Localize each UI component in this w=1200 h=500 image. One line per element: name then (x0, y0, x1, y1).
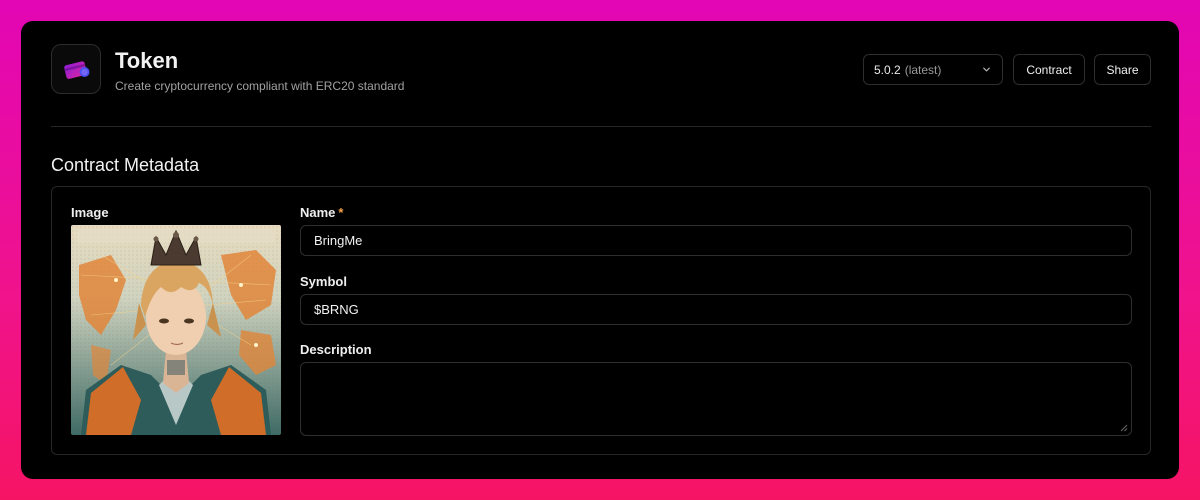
image-label: Image (71, 205, 109, 220)
token-logo (51, 44, 101, 94)
section-title: Contract Metadata (51, 155, 200, 175)
page-subtitle: Create cryptocurrency compliant with ERC… (115, 79, 405, 93)
symbol-input[interactable]: $BRNG (300, 294, 1132, 325)
name-input[interactable]: BringMe (300, 225, 1132, 256)
page-title: Token (115, 48, 179, 73)
anime-portrait-image (71, 225, 281, 435)
header-divider (51, 126, 1151, 127)
token-card-icon (64, 61, 90, 79)
description-label: Description (300, 342, 372, 357)
name-label: Name * (300, 205, 343, 221)
metadata-card: Image Name * BringMe Symbol $BRNG Descri… (51, 186, 1151, 455)
version-tag: (latest) (904, 62, 942, 77)
description-textarea[interactable] (300, 362, 1132, 436)
version-value: 5.0.2 (874, 62, 901, 77)
required-marker: * (338, 205, 344, 220)
resize-grip-icon[interactable] (1120, 424, 1128, 432)
share-button[interactable]: Share (1094, 54, 1151, 85)
name-label-text: Name (300, 205, 336, 220)
chevron-down-icon (983, 67, 990, 72)
contract-image[interactable] (71, 225, 281, 435)
symbol-label: Symbol (300, 274, 347, 289)
contract-button[interactable]: Contract (1013, 54, 1085, 85)
version-select[interactable]: 5.0.2 (latest) (863, 54, 1003, 85)
app-window: Token Create cryptocurrency compliant wi… (21, 21, 1179, 479)
